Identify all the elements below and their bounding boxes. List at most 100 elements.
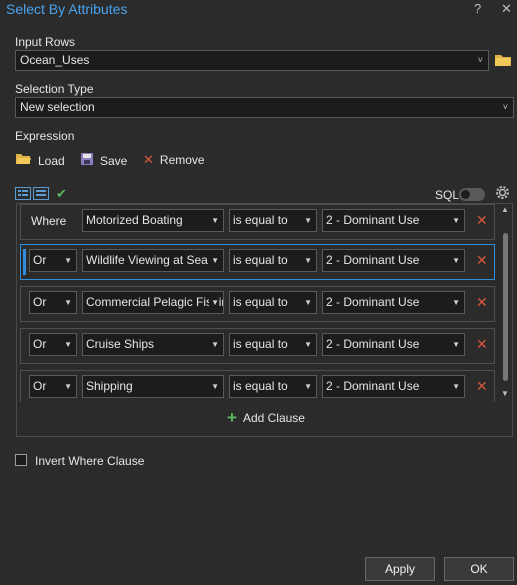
operator-select[interactable]: is equal to ▼ [229, 291, 317, 314]
ok-button[interactable]: OK [444, 557, 514, 581]
delete-clause-icon[interactable]: ✕ [476, 378, 488, 395]
clause-scrollbar[interactable]: ▲ ▼ [499, 205, 511, 401]
delete-clause-icon[interactable]: ✕ [476, 252, 488, 269]
connector-value: Or [33, 379, 47, 393]
input-rows-select[interactable]: Ocean_Uses ˅ [15, 50, 489, 71]
dropdown-arrow-icon: ▼ [302, 250, 312, 271]
dropdown-arrow-icon: ▼ [302, 376, 312, 397]
connector-value: Or [33, 337, 47, 351]
operator-select[interactable]: is equal to ▼ [229, 333, 317, 356]
input-rows-value: Ocean_Uses [20, 53, 90, 67]
remove-button[interactable]: ✕ Remove [143, 152, 205, 168]
dropdown-arrow-icon: ▼ [62, 334, 72, 355]
validate-checkmark-icon[interactable]: ✔ [56, 186, 67, 202]
folder-open-icon [15, 152, 32, 169]
clause-mode-toggle[interactable] [15, 187, 49, 203]
value-text: 2 - Dominant Use [326, 379, 420, 393]
dropdown-arrow-icon: ▼ [209, 210, 219, 231]
operator-select[interactable]: is equal to ▼ [229, 249, 317, 272]
dropdown-arrow-icon: ▼ [302, 292, 312, 313]
save-icon [80, 152, 94, 169]
expression-label: Expression [15, 129, 75, 143]
field-select[interactable]: Cruise Ships ▼ [82, 333, 224, 356]
dropdown-arrow-icon: ▼ [209, 250, 219, 271]
connector-value: Or [33, 253, 47, 267]
selection-type-select[interactable]: New selection ˅ [15, 97, 514, 118]
dropdown-arrow-icon: ▼ [450, 210, 460, 231]
delete-clause-icon[interactable]: ✕ [476, 294, 488, 311]
close-button[interactable]: ✕ [501, 1, 512, 17]
dropdown-arrow-icon: ▼ [209, 334, 219, 355]
operator-value: is equal to [233, 253, 288, 267]
value-select[interactable]: 2 - Dominant Use ▼ [322, 291, 465, 314]
field-select[interactable]: Shipping ▼ [82, 375, 224, 398]
connector-select[interactable]: Or ▼ [29, 375, 77, 398]
sql-label: SQL [435, 188, 460, 202]
clause-row: Or ▼ Shipping ▼ is equal to ▼ 2 - Dominant … [20, 370, 495, 402]
connector-select[interactable]: Or ▼ [29, 249, 77, 272]
where-label: Where [31, 214, 67, 228]
add-clause-button[interactable]: + Add Clause [227, 408, 305, 427]
field-value: Motorized Boating [86, 213, 183, 227]
load-label: Load [38, 153, 65, 168]
selection-type-value: New selection [20, 100, 95, 114]
connector-value: Or [33, 295, 47, 309]
input-rows-label: Input Rows [15, 35, 76, 49]
dropdown-arrow-icon: ▼ [302, 210, 312, 231]
help-button[interactable]: ? [474, 1, 481, 16]
clause-row: Or ▼ Commercial Pelagic Fishing ▼ is equal… [20, 286, 495, 322]
value-select[interactable]: 2 - Dominant Use ▼ [322, 249, 465, 272]
delete-clause-icon[interactable]: ✕ [476, 336, 488, 353]
window-title: Select By Attributes [6, 1, 128, 17]
invert-checkbox[interactable] [15, 454, 27, 466]
delete-clause-icon[interactable]: ✕ [476, 212, 488, 229]
value-text: 2 - Dominant Use [326, 295, 420, 309]
value-select[interactable]: 2 - Dominant Use ▼ [322, 333, 465, 356]
add-clause-label: Add Clause [242, 411, 305, 425]
value-select[interactable]: 2 - Dominant Use ▼ [322, 209, 465, 232]
dropdown-arrow-icon: ▼ [450, 334, 460, 355]
operator-select[interactable]: is equal to ▼ [229, 375, 317, 398]
invert-label: Invert Where Clause [35, 454, 145, 468]
dropdown-arrow-icon: ▼ [209, 376, 219, 397]
list-mode-icon[interactable] [33, 187, 49, 203]
remove-label: Remove [159, 153, 205, 167]
sql-toggle-knob [461, 190, 470, 199]
field-select[interactable]: Motorized Boating ▼ [82, 209, 224, 232]
scroll-thumb[interactable] [503, 233, 508, 381]
chevron-down-icon: ˅ [502, 102, 508, 112]
dropdown-arrow-icon: ▼ [302, 334, 312, 355]
load-button[interactable]: Load [15, 152, 65, 169]
sql-toggle[interactable] [459, 188, 485, 201]
operator-select[interactable]: is equal to ▼ [229, 209, 317, 232]
connector-select[interactable]: Or ▼ [29, 333, 77, 356]
scroll-down-icon[interactable]: ▼ [501, 389, 509, 398]
operator-value: is equal to [233, 379, 288, 393]
field-select[interactable]: Commercial Pelagic Fishing ▼ [82, 291, 224, 314]
dropdown-arrow-icon: ▼ [450, 250, 460, 271]
selection-type-label: Selection Type [15, 82, 94, 96]
field-value: Shipping [86, 379, 133, 393]
value-select[interactable]: 2 - Dominant Use ▼ [322, 375, 465, 398]
apply-button[interactable]: Apply [365, 557, 435, 581]
clause-row[interactable]: Or ▼ Wildlife Viewing at Sea ▼ is equal to… [20, 244, 495, 280]
chevron-down-icon: ˅ [477, 55, 483, 65]
field-select[interactable]: Wildlife Viewing at Sea ▼ [82, 249, 224, 272]
dropdown-arrow-icon: ▼ [62, 292, 72, 313]
save-button[interactable]: Save [80, 152, 127, 169]
gear-icon[interactable] [494, 184, 511, 204]
connector-select[interactable]: Or ▼ [29, 291, 77, 314]
scroll-up-icon[interactable]: ▲ [501, 205, 509, 214]
clause-mode-icon[interactable] [15, 187, 31, 203]
value-text: 2 - Dominant Use [326, 337, 420, 351]
dropdown-arrow-icon: ▼ [209, 292, 219, 313]
dropdown-arrow-icon: ▼ [62, 250, 72, 271]
clause-row: Where Motorized Boating ▼ is equal to ▼ 2 … [20, 204, 495, 240]
dropdown-arrow-icon: ▼ [450, 292, 460, 313]
value-text: 2 - Dominant Use [326, 213, 420, 227]
clause-row: Or ▼ Cruise Ships ▼ is equal to ▼ 2 - Domin… [20, 328, 495, 364]
dropdown-arrow-icon: ▼ [450, 376, 460, 397]
plus-icon: + [227, 408, 237, 427]
field-value: Cruise Ships [86, 337, 155, 351]
folder-browse-icon[interactable] [494, 52, 512, 71]
